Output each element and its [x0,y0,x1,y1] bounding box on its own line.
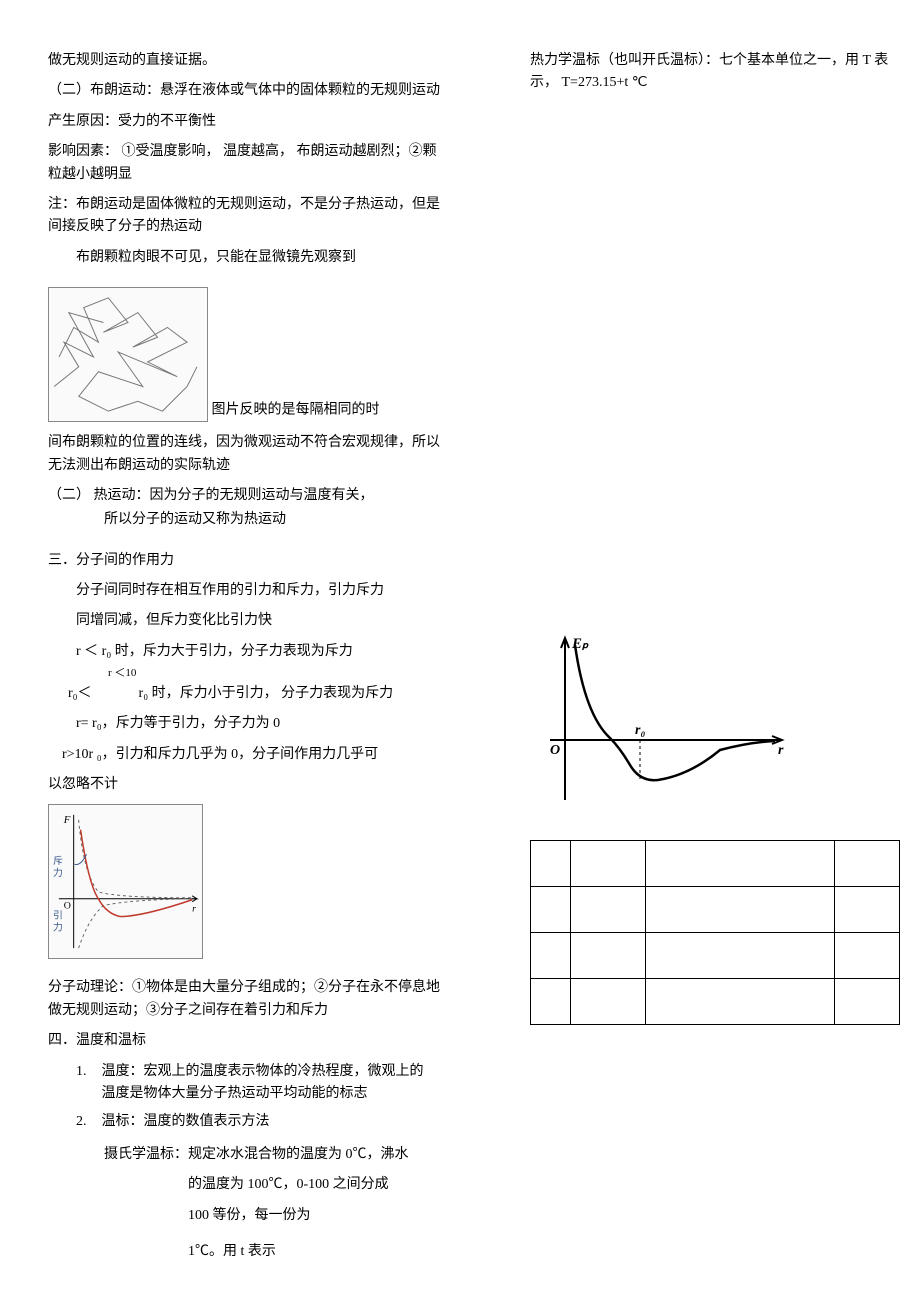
molecular-theory: 分子动理论：①物体是由大量分子组成的；②分子在永不停息地做无规则运动；③分子之间… [48,977,448,1022]
thermal-motion-b: 所以分子的运动又称为热运动 [48,509,448,531]
force-line3b: r ＜10 [48,665,448,683]
force-line3: r ＜ r₀ 时，斥力大于引力，分子力表现为斥力 [48,641,448,663]
section-3-heading: 三．分子间的作用力 [48,550,448,572]
table-row [531,886,900,932]
factors: 影响因素： ①受温度影响， 温度越高， 布朗运动越剧烈；②颗粒越小越明显 [48,141,448,186]
force-line6a: r>10r ₀，引力和斥力几乎为 0，分子间作用力几乎可 [62,747,378,762]
ep-x-label: r [778,743,784,758]
ep-y-label: Eₚ [571,636,589,652]
force-line5: r= r₀，斥力等于引力，分子力为 0 [48,713,448,735]
svg-text:r: r [192,904,196,915]
attraction-label: 引 [53,910,63,922]
origin-label: O [64,901,71,912]
note-brownian: 注：布朗运动是固体微粒的无规则运动，不是分子热运动，但是间接反映了分子的热运动 [48,194,448,239]
axis-F-label: F [63,814,71,826]
direct-evidence: 做无规则运动的直接证据。 [48,50,448,72]
celsius-4: 1℃。用 t 表示 [48,1241,448,1263]
repulsion-label: 斥 [53,856,63,868]
figure-caption-inline: 图片反映的是每隔相同的时 [212,403,380,418]
celsius-2: 的温度为 100℃，0-100 之间分成 [48,1174,448,1196]
svg-text:力: 力 [53,921,63,934]
brownian-motion-figure [48,287,208,422]
thermal-motion-a: （二） 热运动：因为分子的无规则运动与温度有关， [48,485,448,507]
force-line4b: r₀ 时，斥力小于引力， 分子力表现为斥力 [139,686,394,701]
svg-text:力: 力 [53,866,63,879]
force-line2: 同增同减，但斥力变化比引力快 [48,610,448,632]
potential-energy-chart: Eₚ O r₀ r [540,630,790,810]
brownian-def: （二）布朗运动：悬浮在液体或气体中的固体颗粒的无规则运动 [48,80,448,102]
ep-r0-label: r₀ [635,723,645,738]
scale-def: 温标：温度的数值表示方法 [102,1111,432,1133]
microscope-note: 布朗颗粒肉眼不可见，只能在显微镜先观察到 [48,247,448,269]
empty-grid-table [530,840,900,1025]
force-line6b: 以忽略不计 [48,774,448,796]
section-4-heading: 四．温度和温标 [48,1030,448,1052]
temperature-def: 温度：宏观上的温度表示物体的冷热程度，微观上的温度是物体大量分子热运动平均动能的… [102,1061,432,1106]
table-row [531,840,900,886]
trajectory-note: 间布朗颗粒的位置的连线，因为微观运动不符合宏观规律，所以无法测出布朗运动的实际轨… [48,432,448,477]
table-row [531,932,900,978]
list-num-1: 1. [76,1061,98,1083]
celsius-1: 摄氏学温标：规定冰水混合物的温度为 0℃，沸水 [48,1144,448,1166]
molecular-force-chart: F 斥 力 引 力 O r [48,804,203,959]
celsius-3: 100 等份，每一份为 [48,1205,448,1227]
force-line1: 分子间同时存在相互作用的引力和斥力，引力斥力 [48,580,448,602]
kelvin-scale: 热力学温标（也叫开氏温标）：七个基本单位之一，用 T 表示， T=273.15+… [530,50,898,95]
ep-origin-label: O [550,743,560,758]
cause: 产生原因：受力的不平衡性 [48,111,448,133]
table-row [531,978,900,1024]
force-line4a: r₀＜ [68,686,92,701]
list-num-2: 2. [76,1111,98,1133]
